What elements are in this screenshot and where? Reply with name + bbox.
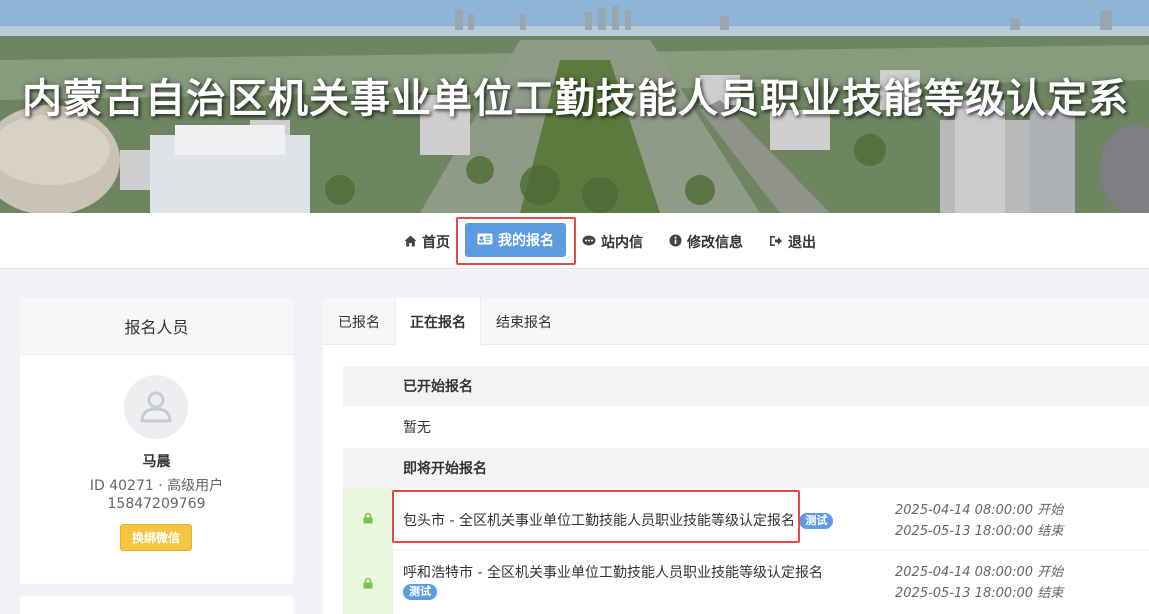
- chat-icon: [582, 235, 596, 250]
- registration-tabs: 已报名 正在报名 结束报名: [323, 298, 1149, 346]
- registration-link[interactable]: 呼和浩特市 - 全区机关事业单位工勤技能人员职业技能等级认定报名: [403, 562, 823, 582]
- nav-home-label: 首页: [422, 235, 450, 251]
- user-icon: [140, 391, 172, 423]
- nav-messages-label: 站内信: [601, 235, 643, 251]
- nav-edit-info-label: 修改信息: [687, 235, 743, 251]
- lock-cell: [343, 550, 393, 614]
- nav-messages[interactable]: 站内信: [582, 227, 643, 257]
- highlight-box-nav: [456, 217, 576, 265]
- tab-ended[interactable]: 结束报名: [481, 298, 567, 345]
- nav-logout-label: 退出: [788, 235, 816, 251]
- nav-home[interactable]: 首页: [404, 227, 450, 257]
- registration-title[interactable]: 呼和浩特市 - 全区机关事业单位工勤技能人员职业技能等级认定报名: [403, 565, 823, 581]
- secondary-card: [20, 596, 293, 614]
- user-name: 马晨: [142, 454, 171, 470]
- section-started-header: 已开始报名: [343, 366, 1149, 406]
- user-card-header: 报名人员: [20, 298, 293, 355]
- test-badge: 测试: [403, 584, 437, 600]
- home-icon: [404, 235, 417, 250]
- tab-registered[interactable]: 已报名: [323, 298, 395, 345]
- start-time: 2025-04-14 08:00:00 开始: [895, 503, 1064, 518]
- section-started-empty: 暂无: [403, 420, 431, 436]
- registration-panel: 已报名 正在报名 结束报名 已开始报名 暂无 即将开始报名 包头市 - 全区机关…: [323, 298, 1149, 614]
- rebind-wechat-button[interactable]: 换绑微信: [120, 524, 192, 551]
- header-banner: 内蒙古自治区机关事业单位工勤技能人员职业技能等级认定系: [0, 0, 1149, 213]
- lock-icon: [363, 513, 373, 524]
- user-phone: 15847209769: [107, 496, 206, 512]
- lock-icon: [363, 578, 373, 589]
- start-time: 2025-04-14 08:00:00 开始: [895, 565, 1064, 580]
- avatar: [124, 375, 188, 439]
- user-id-level: ID 40271 · 高级用户: [89, 478, 224, 494]
- info-icon: [669, 234, 682, 250]
- main-navbar: 首页 我的报名 站内信 修改信息 退出: [0, 213, 1149, 269]
- system-title: 内蒙古自治区机关事业单位工勤技能人员职业技能等级认定系: [22, 76, 1129, 122]
- section-upcoming-header: 即将开始报名: [343, 448, 1149, 488]
- nav-edit-info[interactable]: 修改信息: [669, 227, 743, 257]
- tab-registering[interactable]: 正在报名: [395, 298, 481, 346]
- lock-cell: [343, 488, 393, 549]
- end-time: 2025-05-13 18:00:00 结束: [895, 586, 1064, 601]
- highlight-box-item: [392, 490, 800, 543]
- nav-logout[interactable]: 退出: [769, 227, 816, 257]
- badge-holder: 测试: [403, 584, 437, 600]
- sign-out-icon: [769, 235, 783, 250]
- test-badge: 测试: [799, 513, 834, 529]
- user-card: 报名人员 马晨 ID 40271 · 高级用户 15847209769 换绑微信: [20, 298, 293, 584]
- list-item: 呼和浩特市 - 全区机关事业单位工勤技能人员职业技能等级认定报名 测试 2025…: [343, 550, 1149, 614]
- end-time: 2025-05-13 18:00:00 结束: [895, 524, 1064, 539]
